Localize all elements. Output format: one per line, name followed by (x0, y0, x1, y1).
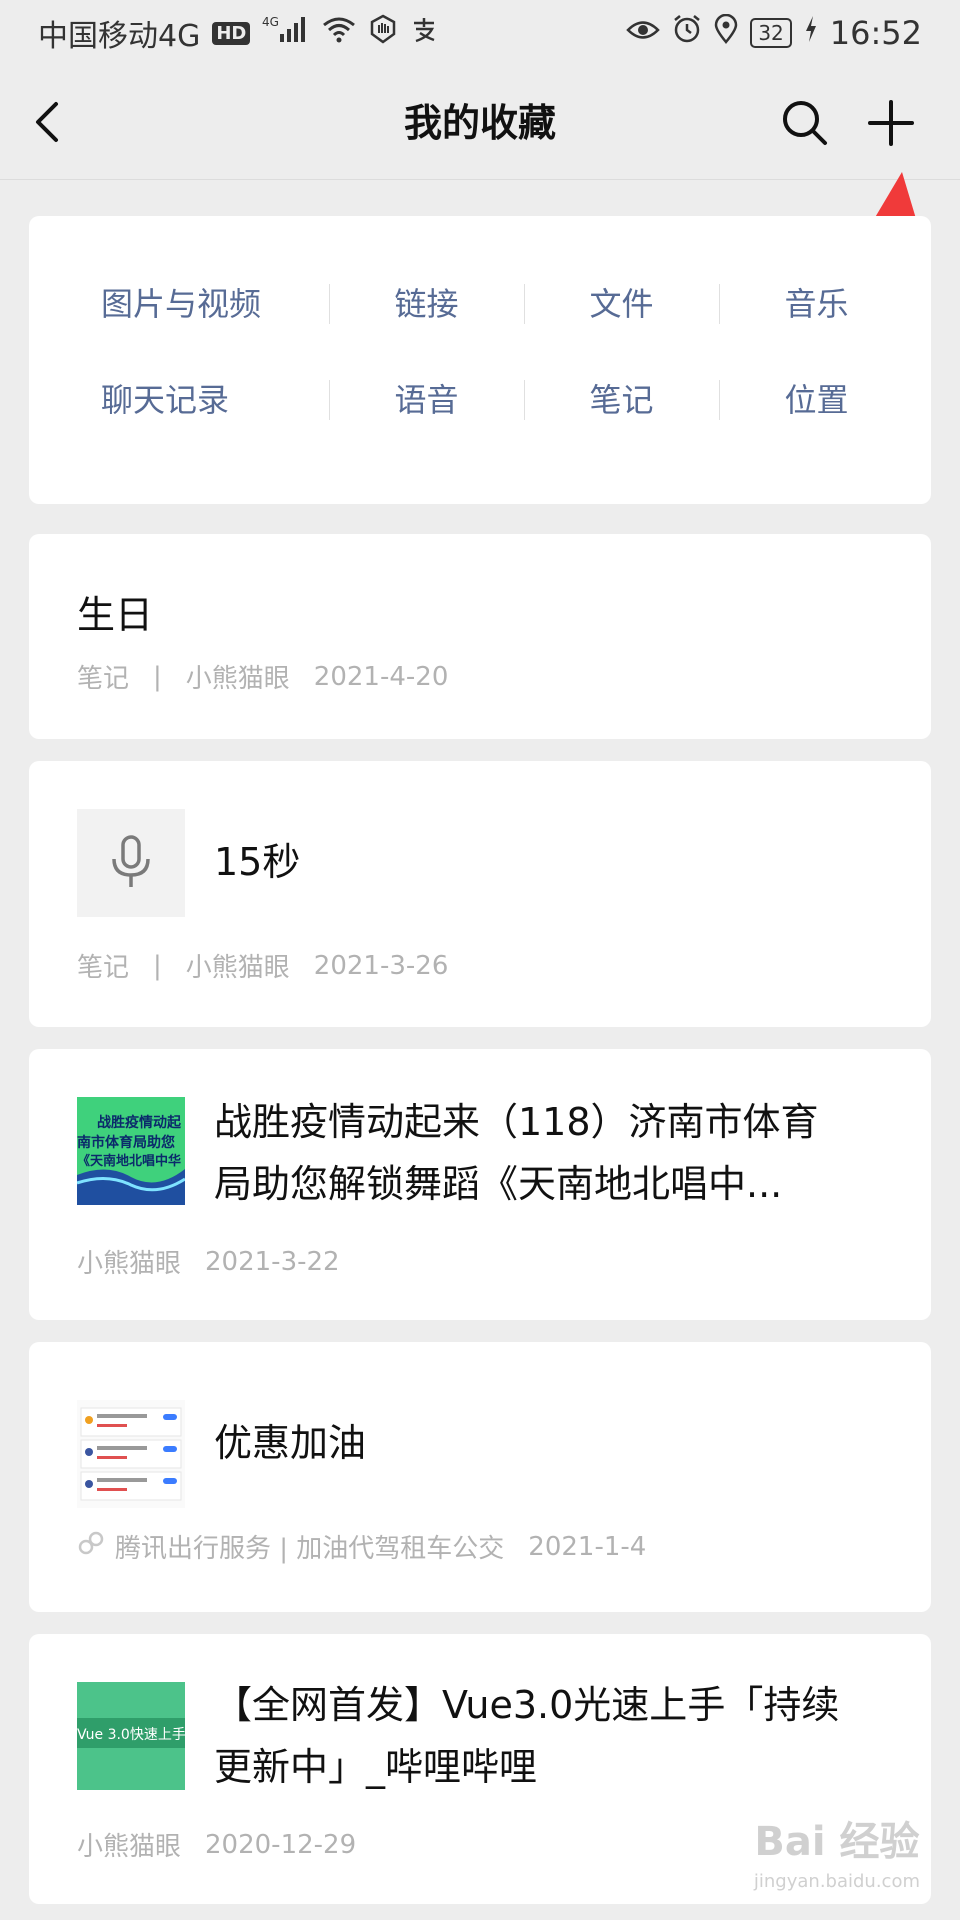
baidu-jingyan-watermark: Bai 经验 jingyan.baidu.com (754, 1822, 920, 1902)
item-title-line-2: 局助您解锁舞蹈《天南地北唱中... (214, 1162, 783, 1206)
category-location[interactable]: 位置 (719, 370, 914, 430)
add-favorite-button[interactable] (866, 98, 916, 148)
item-meta: 笔记 | 小熊猫眼 2021-4-20 (77, 658, 448, 695)
plus-icon (868, 100, 914, 146)
item-source: 小熊猫眼 (185, 953, 290, 983)
hand-notification-icon (368, 14, 398, 52)
voice-thumbnail (77, 809, 185, 917)
category-images-videos[interactable]: 图片与视频 (29, 274, 329, 334)
watermark-sub: jingyan.baidu.com (753, 1871, 920, 1892)
cellular-signal-icon: 4G (262, 14, 310, 52)
watermark-main: Bai 经验 (754, 1819, 920, 1865)
favorite-item-mini-program[interactable]: 优惠加油 腾讯出行服务 | 加油代驾租车公交 2021-1-4 (29, 1342, 931, 1612)
category-filter-panel: 图片与视频 链接 文件 音乐 聊天记录 语音 笔记 位置 (29, 216, 931, 504)
mini-program-screenshot-image (77, 1400, 185, 1508)
navigation-bar: 我的收藏 (0, 66, 960, 180)
eye-icon (626, 16, 661, 51)
item-title-line-1: 战胜疫情动起来（118）济南市体育 (214, 1100, 819, 1144)
item-meta: 小熊猫眼 2021-3-22 (77, 1243, 340, 1280)
article-thumbnail-image: 战胜疫情动起 南市体育局助您 《天南地北唱中华 (77, 1097, 185, 1205)
article-thumbnail: Vue 3.0快速上手 (77, 1682, 185, 1790)
charging-icon (804, 15, 818, 51)
mini-program-icon (77, 1529, 105, 1564)
carrier-label: 中国移动4G (38, 19, 201, 54)
status-bar: 中国移动4G HD 4G 32 16:52 (0, 0, 960, 66)
search-button[interactable] (780, 98, 830, 148)
meta-separator: | (153, 661, 162, 692)
thumb-vue-text: Vue 3.0快速上手 (77, 1727, 185, 1743)
item-meta: 笔记 | 小熊猫眼 2021-3-26 (77, 947, 448, 984)
item-date: 2021-1-4 (528, 1531, 647, 1562)
item-source: 小熊猫眼 (77, 1832, 182, 1862)
item-date: 2021-3-22 (205, 1246, 340, 1277)
item-title-line-1: 【全网首发】Vue3.0光速上手「持续 (214, 1683, 840, 1727)
alarm-icon (672, 14, 702, 52)
item-date: 2021-3-26 (313, 950, 449, 981)
item-type: 笔记 (77, 664, 130, 694)
status-bar-left: 中国移动4G HD 4G (38, 11, 438, 55)
thumb-text-3: 《天南地北唱中华 (77, 1153, 181, 1169)
item-source: 腾讯出行服务 | 加油代驾租车公交 (115, 1534, 505, 1564)
meta-separator: | (153, 950, 162, 981)
item-date: 2020-12-29 (205, 1829, 357, 1860)
thumb-text-2: 南市体育局助您 (77, 1134, 175, 1151)
favorite-item-article-dance[interactable]: 战胜疫情动起 南市体育局助您 《天南地北唱中华 战胜疫情动起来（118）济南市体… (29, 1049, 931, 1320)
category-music[interactable]: 音乐 (719, 274, 914, 334)
category-chat-history[interactable]: 聊天记录 (29, 370, 329, 430)
category-voice[interactable]: 语音 (329, 370, 524, 430)
article-thumbnail: 战胜疫情动起 南市体育局助您 《天南地北唱中华 (77, 1097, 185, 1205)
alipay-icon (410, 15, 438, 51)
item-source: 小熊猫眼 (77, 1249, 182, 1279)
microphone-icon (112, 835, 150, 887)
item-title: 15秒 (214, 840, 301, 884)
item-title-line-2: 更新中」_哔哩哔哩 (214, 1745, 538, 1789)
category-row-1: 图片与视频 链接 文件 音乐 (29, 274, 931, 334)
net-type-label: 4G (262, 15, 279, 29)
item-meta: 腾讯出行服务 | 加油代驾租车公交 2021-1-4 (77, 1528, 646, 1565)
category-notes[interactable]: 笔记 (524, 370, 719, 430)
favorite-item-voice-note[interactable]: 15秒 笔记 | 小熊猫眼 2021-3-26 (29, 761, 931, 1027)
category-links[interactable]: 链接 (329, 274, 524, 334)
clock-time: 16:52 (829, 14, 922, 52)
category-files[interactable]: 文件 (524, 274, 719, 334)
item-date: 2021-4-20 (313, 661, 449, 692)
hd-badge: HD (212, 21, 251, 45)
battery-indicator: 32 (750, 18, 792, 48)
favorite-item-birthday[interactable]: 生日 笔记 | 小熊猫眼 2021-4-20 (29, 534, 931, 739)
search-icon (783, 101, 827, 145)
item-title: 优惠加油 (214, 1421, 367, 1465)
item-title: 生日 (77, 593, 154, 637)
thumb-text-1: 战胜疫情动起 (97, 1114, 182, 1131)
status-bar-right: 32 16:52 (626, 13, 922, 52)
item-meta: 小熊猫眼 2020-12-29 (77, 1826, 356, 1863)
wifi-icon (322, 15, 356, 51)
vue-article-thumbnail-image: Vue 3.0快速上手 (77, 1682, 185, 1790)
category-row-2: 聊天记录 语音 笔记 位置 (29, 370, 931, 430)
location-icon (714, 13, 738, 52)
mini-program-thumbnail (77, 1400, 185, 1508)
item-type: 笔记 (77, 953, 130, 983)
item-source: 小熊猫眼 (185, 664, 290, 694)
